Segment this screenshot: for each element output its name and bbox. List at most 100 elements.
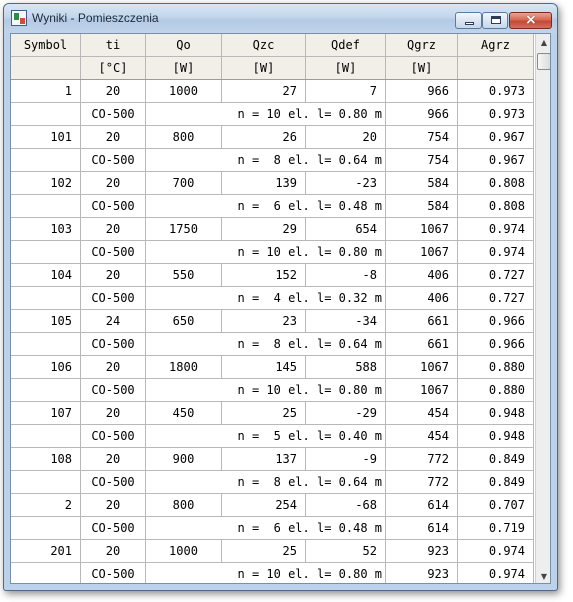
cell-qo[interactable]: 450 <box>146 402 222 424</box>
cell-radiator-type[interactable]: CO-500 <box>81 195 146 217</box>
cell-qzc[interactable]: 152 <box>222 264 306 286</box>
cell-qgrz[interactable]: 754 <box>386 149 458 171</box>
cell-symbol[interactable]: 103 <box>11 218 81 240</box>
cell-symbol[interactable]: 106 <box>11 356 81 378</box>
cell-agrz[interactable]: 0.849 <box>458 471 534 493</box>
column-header-qgrz[interactable]: Qgrz <box>386 34 458 56</box>
cell-symbol-empty[interactable] <box>11 195 81 217</box>
cell-symbol[interactable]: 2 <box>11 494 81 516</box>
cell-qdef[interactable]: 654 <box>306 218 386 240</box>
radiator-row[interactable]: CO-500 n = 5 el. l= 0.40 m 454 0.948 <box>11 425 534 448</box>
cell-qdef[interactable]: -29 <box>306 402 386 424</box>
cell-ti[interactable]: 20 <box>81 356 146 378</box>
table-row[interactable]: 107 20 450 25 -29 454 0.948 <box>11 402 534 425</box>
cell-radiator-desc[interactable]: n = 10 el. l= 0.80 m <box>146 379 386 401</box>
cell-radiator-type[interactable]: CO-500 <box>81 103 146 125</box>
cell-ti[interactable]: 20 <box>81 172 146 194</box>
cell-agrz[interactable]: 0.808 <box>458 172 534 194</box>
cell-qgrz[interactable]: 406 <box>386 287 458 309</box>
cell-ti[interactable]: 20 <box>81 218 146 240</box>
cell-radiator-desc[interactable]: n = 6 el. l= 0.48 m <box>146 195 386 217</box>
cell-agrz[interactable]: 0.974 <box>458 241 534 263</box>
cell-qgrz[interactable]: 1067 <box>386 241 458 263</box>
cell-qo[interactable]: 1750 <box>146 218 222 240</box>
cell-qdef[interactable]: 7 <box>306 80 386 102</box>
results-table[interactable]: Symbol ti Qo Qzc Qdef Qgrz Agrz [°C] [W]… <box>11 34 534 583</box>
minimize-button[interactable] <box>455 12 482 29</box>
cell-qzc[interactable]: 139 <box>222 172 306 194</box>
cell-agrz[interactable]: 0.948 <box>458 402 534 424</box>
cell-qgrz[interactable]: 966 <box>386 80 458 102</box>
cell-qgrz[interactable]: 923 <box>386 540 458 562</box>
cell-qo[interactable]: 550 <box>146 264 222 286</box>
cell-qgrz[interactable]: 454 <box>386 425 458 447</box>
cell-agrz[interactable]: 0.966 <box>458 310 534 332</box>
cell-radiator-type[interactable]: CO-500 <box>81 379 146 401</box>
cell-symbol[interactable]: 201 <box>11 540 81 562</box>
cell-radiator-desc[interactable]: n = 10 el. l= 0.80 m <box>146 103 386 125</box>
column-header-qo[interactable]: Qo <box>146 34 222 56</box>
table-row[interactable]: 108 20 900 137 -9 772 0.849 <box>11 448 534 471</box>
scroll-down-arrow-icon[interactable]: ▼ <box>536 568 550 583</box>
cell-symbol-empty[interactable] <box>11 333 81 355</box>
cell-symbol-empty[interactable] <box>11 149 81 171</box>
cell-qzc[interactable]: 145 <box>222 356 306 378</box>
cell-qzc[interactable]: 27 <box>222 80 306 102</box>
cell-qgrz[interactable]: 772 <box>386 471 458 493</box>
radiator-row[interactable]: CO-500 n = 6 el. l= 0.48 m 584 0.808 <box>11 195 534 218</box>
cell-qo[interactable]: 650 <box>146 310 222 332</box>
cell-symbol[interactable]: 101 <box>11 126 81 148</box>
cell-symbol-empty[interactable] <box>11 379 81 401</box>
cell-qo[interactable]: 1000 <box>146 540 222 562</box>
cell-qgrz[interactable]: 966 <box>386 103 458 125</box>
cell-qgrz[interactable]: 1067 <box>386 218 458 240</box>
radiator-row[interactable]: CO-500 n = 4 el. l= 0.32 m 406 0.727 <box>11 287 534 310</box>
cell-qzc[interactable]: 23 <box>222 310 306 332</box>
radiator-row[interactable]: CO-500 n = 10 el. l= 0.80 m 1067 0.974 <box>11 241 534 264</box>
cell-radiator-type[interactable]: CO-500 <box>81 149 146 171</box>
cell-agrz[interactable]: 0.880 <box>458 379 534 401</box>
cell-qgrz[interactable]: 661 <box>386 333 458 355</box>
cell-radiator-desc[interactable]: n = 8 el. l= 0.64 m <box>146 471 386 493</box>
cell-ti[interactable]: 20 <box>81 264 146 286</box>
cell-agrz[interactable]: 0.849 <box>458 448 534 470</box>
cell-radiator-desc[interactable]: n = 8 el. l= 0.64 m <box>146 333 386 355</box>
cell-agrz[interactable]: 0.719 <box>458 517 534 539</box>
cell-agrz[interactable]: 0.727 <box>458 287 534 309</box>
cell-qo[interactable]: 700 <box>146 172 222 194</box>
cell-qzc[interactable]: 25 <box>222 402 306 424</box>
radiator-row[interactable]: CO-500 n = 10 el. l= 0.80 m 1067 0.880 <box>11 379 534 402</box>
cell-symbol-empty[interactable] <box>11 241 81 263</box>
radiator-row[interactable]: CO-500 n = 8 el. l= 0.64 m 754 0.967 <box>11 149 534 172</box>
cell-radiator-type[interactable]: CO-500 <box>81 517 146 539</box>
cell-symbol-empty[interactable] <box>11 471 81 493</box>
cell-qzc[interactable]: 137 <box>222 448 306 470</box>
table-row[interactable]: 201 20 1000 25 52 923 0.974 <box>11 540 534 563</box>
cell-radiator-desc[interactable]: n = 6 el. l= 0.48 m <box>146 517 386 539</box>
cell-radiator-type[interactable]: CO-500 <box>81 471 146 493</box>
cell-qdef[interactable]: -8 <box>306 264 386 286</box>
cell-ti[interactable]: 20 <box>81 494 146 516</box>
cell-radiator-type[interactable]: CO-500 <box>81 287 146 309</box>
cell-qzc[interactable]: 25 <box>222 540 306 562</box>
column-header-agrz[interactable]: Agrz <box>458 34 534 56</box>
cell-agrz[interactable]: 0.967 <box>458 149 534 171</box>
cell-symbol[interactable]: 105 <box>11 310 81 332</box>
cell-symbol-empty[interactable] <box>11 287 81 309</box>
cell-qo[interactable]: 1800 <box>146 356 222 378</box>
cell-ti[interactable]: 20 <box>81 402 146 424</box>
cell-qdef[interactable]: 20 <box>306 126 386 148</box>
cell-symbol[interactable]: 102 <box>11 172 81 194</box>
table-row[interactable]: 104 20 550 152 -8 406 0.727 <box>11 264 534 287</box>
table-row[interactable]: 105 24 650 23 -34 661 0.966 <box>11 310 534 333</box>
table-row[interactable]: 1 20 1000 27 7 966 0.973 <box>11 80 534 103</box>
title-bar[interactable]: Wyniki - Pomieszczenia × <box>4 4 557 33</box>
cell-radiator-desc[interactable]: n = 10 el. l= 0.80 m <box>146 563 386 583</box>
cell-qdef[interactable]: -23 <box>306 172 386 194</box>
cell-agrz[interactable]: 0.808 <box>458 195 534 217</box>
cell-symbol[interactable]: 1 <box>11 80 81 102</box>
table-row[interactable]: 106 20 1800 145 588 1067 0.880 <box>11 356 534 379</box>
cell-qgrz[interactable]: 772 <box>386 448 458 470</box>
cell-agrz[interactable]: 0.966 <box>458 333 534 355</box>
cell-qgrz[interactable]: 754 <box>386 126 458 148</box>
